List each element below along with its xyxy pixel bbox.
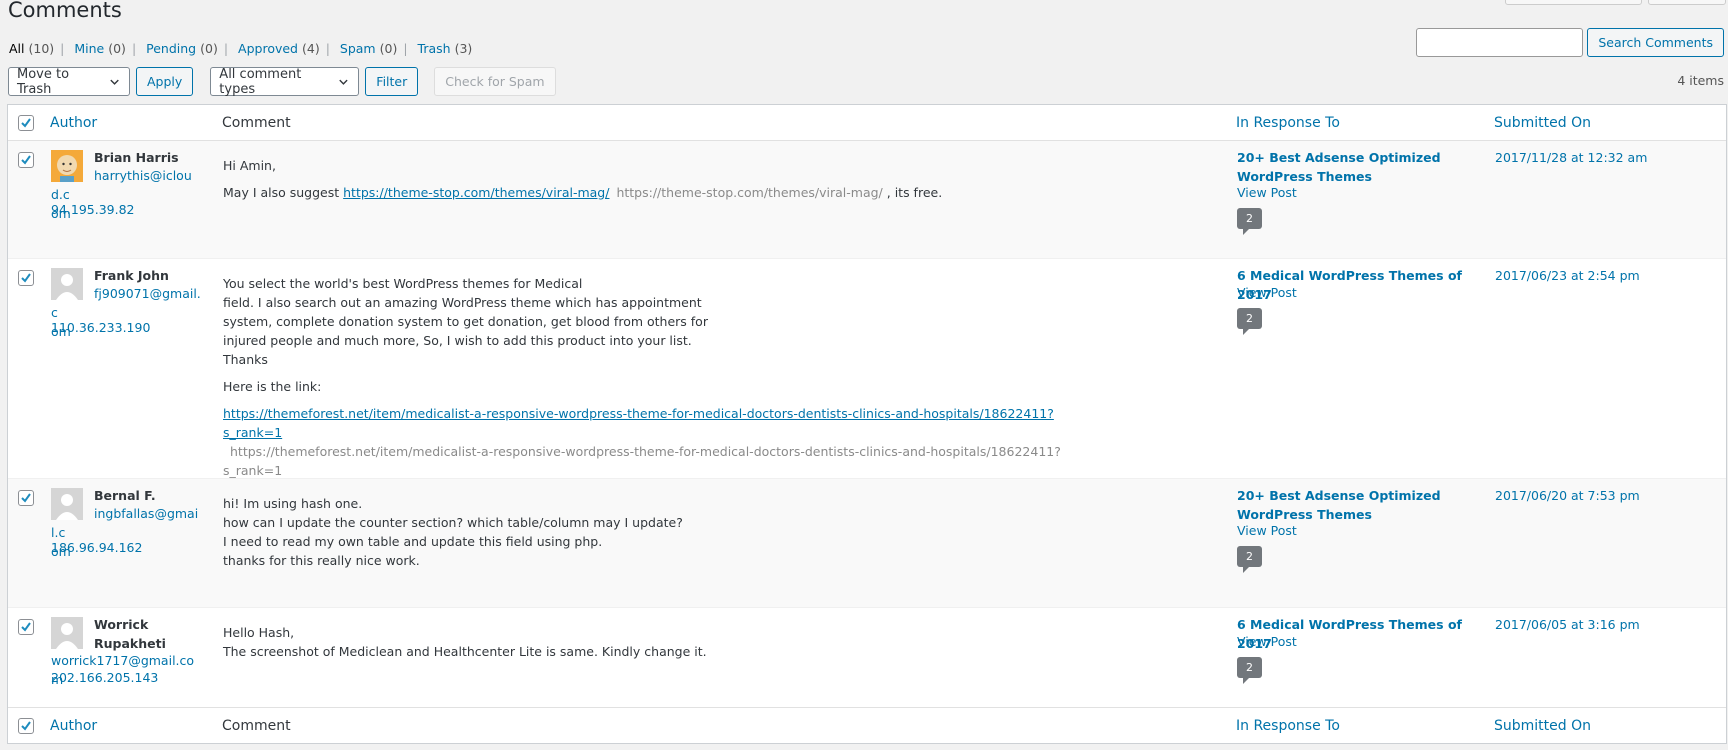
column-submitted-on-footer[interactable]: Submitted On	[1494, 718, 1591, 734]
items-count: 4 items	[1677, 73, 1724, 88]
table-footer: Author Comment In Response To Submitted …	[8, 707, 1726, 743]
status-filter-links: All (10) | Mine (0) | Pending (0) | Approve…	[9, 41, 473, 56]
filter-pending[interactable]: Pending (0)	[146, 41, 218, 56]
search-input[interactable]	[1416, 28, 1584, 57]
row-checkbox[interactable]	[18, 270, 34, 286]
top-action-button[interactable]	[1505, 0, 1642, 5]
chevron-down-icon	[110, 79, 119, 85]
filter-mine[interactable]: Mine (0)	[74, 41, 126, 56]
author-ip[interactable]: 94.195.39.82	[51, 202, 135, 217]
filter-trash[interactable]: Trash (3)	[418, 41, 473, 56]
author-name: Brian Harris	[94, 150, 179, 165]
submitted-date[interactable]: 2017/11/28 at 12:32 am	[1495, 150, 1647, 165]
top-secondary-button[interactable]	[1648, 0, 1726, 5]
check-for-spam-button[interactable]: Check for Spam	[434, 67, 556, 96]
select-all-checkbox[interactable]	[18, 115, 34, 131]
filter-spam[interactable]: Spam (0)	[340, 41, 397, 56]
comments-table: Author Comment In Response To Submitted …	[7, 104, 1727, 744]
comment-text: You select the world's best WordPress th…	[223, 276, 1061, 478]
chevron-down-icon	[339, 79, 349, 85]
search-comments-button[interactable]: Search Comments	[1587, 28, 1724, 57]
table-row: Brian Harris harrythis@icloud.c om 94.195…	[8, 141, 1726, 259]
default-avatar-icon	[51, 617, 83, 649]
table-header: Author Comment In Response To Submitted …	[8, 105, 1726, 141]
table-row: Bernal F. ingbfallas@gmail.c om 186.96.94…	[8, 479, 1726, 608]
checkmark-icon	[21, 493, 31, 503]
column-author[interactable]: Author	[50, 115, 97, 131]
apply-button[interactable]: Apply	[136, 67, 194, 96]
table-row: Worrick Rupakheti worrick1717@gmail.com …	[8, 608, 1726, 709]
submitted-date[interactable]: 2017/06/23 at 2:54 pm	[1495, 268, 1640, 283]
table-row: Frank John fj909071@gmail.c om 110.36.233…	[8, 259, 1726, 479]
author-ip[interactable]: 110.36.233.190	[51, 320, 150, 335]
column-comment: Comment	[222, 115, 291, 131]
comment-bubble-icon[interactable]: 2	[1237, 546, 1262, 573]
column-in-response-to-footer[interactable]: In Response To	[1236, 718, 1340, 734]
author-name: Bernal F.	[94, 488, 156, 503]
comment-text: Hi Amin, May I also suggest https://them…	[223, 158, 943, 200]
column-submitted-on[interactable]: Submitted On	[1494, 115, 1591, 131]
author-ip[interactable]: 186.96.94.162	[51, 540, 142, 555]
filter-all[interactable]: All (10)	[9, 41, 54, 56]
column-in-response-to[interactable]: In Response To	[1236, 115, 1340, 131]
comment-bubble-icon[interactable]: 2	[1237, 208, 1262, 235]
checkmark-icon	[21, 118, 31, 128]
comment-bubble-icon[interactable]: 2	[1237, 308, 1262, 335]
author-name: Worrick Rupakheti	[94, 617, 166, 651]
submitted-date[interactable]: 2017/06/20 at 7:53 pm	[1495, 488, 1640, 503]
view-post-link[interactable]: View Post	[1237, 523, 1297, 538]
row-checkbox[interactable]	[18, 619, 34, 635]
select-all-checkbox-footer[interactable]	[18, 718, 34, 734]
tablenav-top: Move to Trash Apply All comment types Fi…	[8, 67, 556, 97]
bulk-action-select[interactable]: Move to Trash	[8, 67, 130, 97]
author-ip[interactable]: 202.166.205.143	[51, 670, 158, 685]
comment-link[interactable]: https://themeforest.net/item/medicalist-…	[223, 406, 1054, 440]
comment-bubble-icon[interactable]: 2	[1237, 657, 1262, 684]
view-post-link[interactable]: View Post	[1237, 185, 1297, 200]
row-checkbox[interactable]	[18, 490, 34, 506]
row-checkbox[interactable]	[18, 152, 34, 168]
filter-button[interactable]: Filter	[365, 67, 419, 96]
view-post-link[interactable]: View Post	[1237, 285, 1297, 300]
comment-type-select[interactable]: All comment types	[210, 67, 360, 97]
checkmark-icon	[21, 273, 31, 283]
comment-text: hi! Im using hash one. how can I update t…	[223, 496, 683, 568]
checkmark-icon	[21, 155, 31, 165]
author-name: Frank John	[94, 268, 169, 283]
checkmark-icon	[21, 721, 31, 731]
filter-approved[interactable]: Approved (4)	[238, 41, 320, 56]
comment-text: Hello Hash, The screenshot of Mediclean a…	[223, 625, 707, 659]
column-author-footer[interactable]: Author	[50, 718, 97, 734]
column-comment-footer: Comment	[222, 718, 291, 734]
submitted-date[interactable]: 2017/06/05 at 3:16 pm	[1495, 617, 1640, 632]
response-post-link[interactable]: 20+ Best Adsense Optimized WordPress The…	[1237, 148, 1477, 186]
search-box: Search Comments	[1416, 28, 1724, 57]
page-title: Comments	[8, 0, 122, 22]
view-post-link[interactable]: View Post	[1237, 634, 1297, 649]
checkmark-icon	[21, 622, 31, 632]
comment-link[interactable]: https://theme-stop.com/themes/viral-mag/	[343, 185, 609, 200]
response-post-link[interactable]: 20+ Best Adsense Optimized WordPress The…	[1237, 486, 1477, 524]
